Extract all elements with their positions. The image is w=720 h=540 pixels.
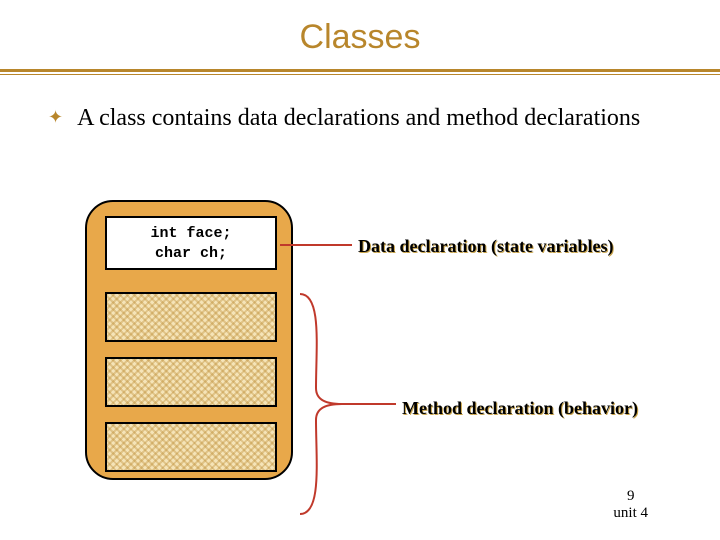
- connector-data: [280, 240, 360, 250]
- class-diagram: int face; char ch;: [85, 200, 293, 480]
- connector-brace-icon: [292, 288, 402, 488]
- divider-thick: [0, 69, 720, 72]
- code-line-2: char ch;: [107, 244, 275, 264]
- slide-footer: 9 unit 4: [613, 488, 648, 522]
- method-box-2: [105, 357, 277, 407]
- page-number: 9: [613, 488, 648, 505]
- method-declaration-label: Method declaration (behavior) Method dec…: [402, 398, 638, 419]
- method-box-3: [105, 422, 277, 472]
- bullet-icon: ✦: [48, 107, 63, 128]
- code-line-1: int face;: [107, 224, 275, 244]
- bullet-text: A class contains data declarations and m…: [77, 103, 640, 133]
- data-declaration-label: Data declaration (state variables) Data …: [358, 236, 613, 257]
- bullet-row: ✦ A class contains data declarations and…: [0, 75, 720, 133]
- unit-label: unit 4: [613, 505, 648, 522]
- data-declaration-box: int face; char ch;: [105, 216, 277, 270]
- slide-title: Classes: [0, 0, 720, 57]
- method-box-1: [105, 292, 277, 342]
